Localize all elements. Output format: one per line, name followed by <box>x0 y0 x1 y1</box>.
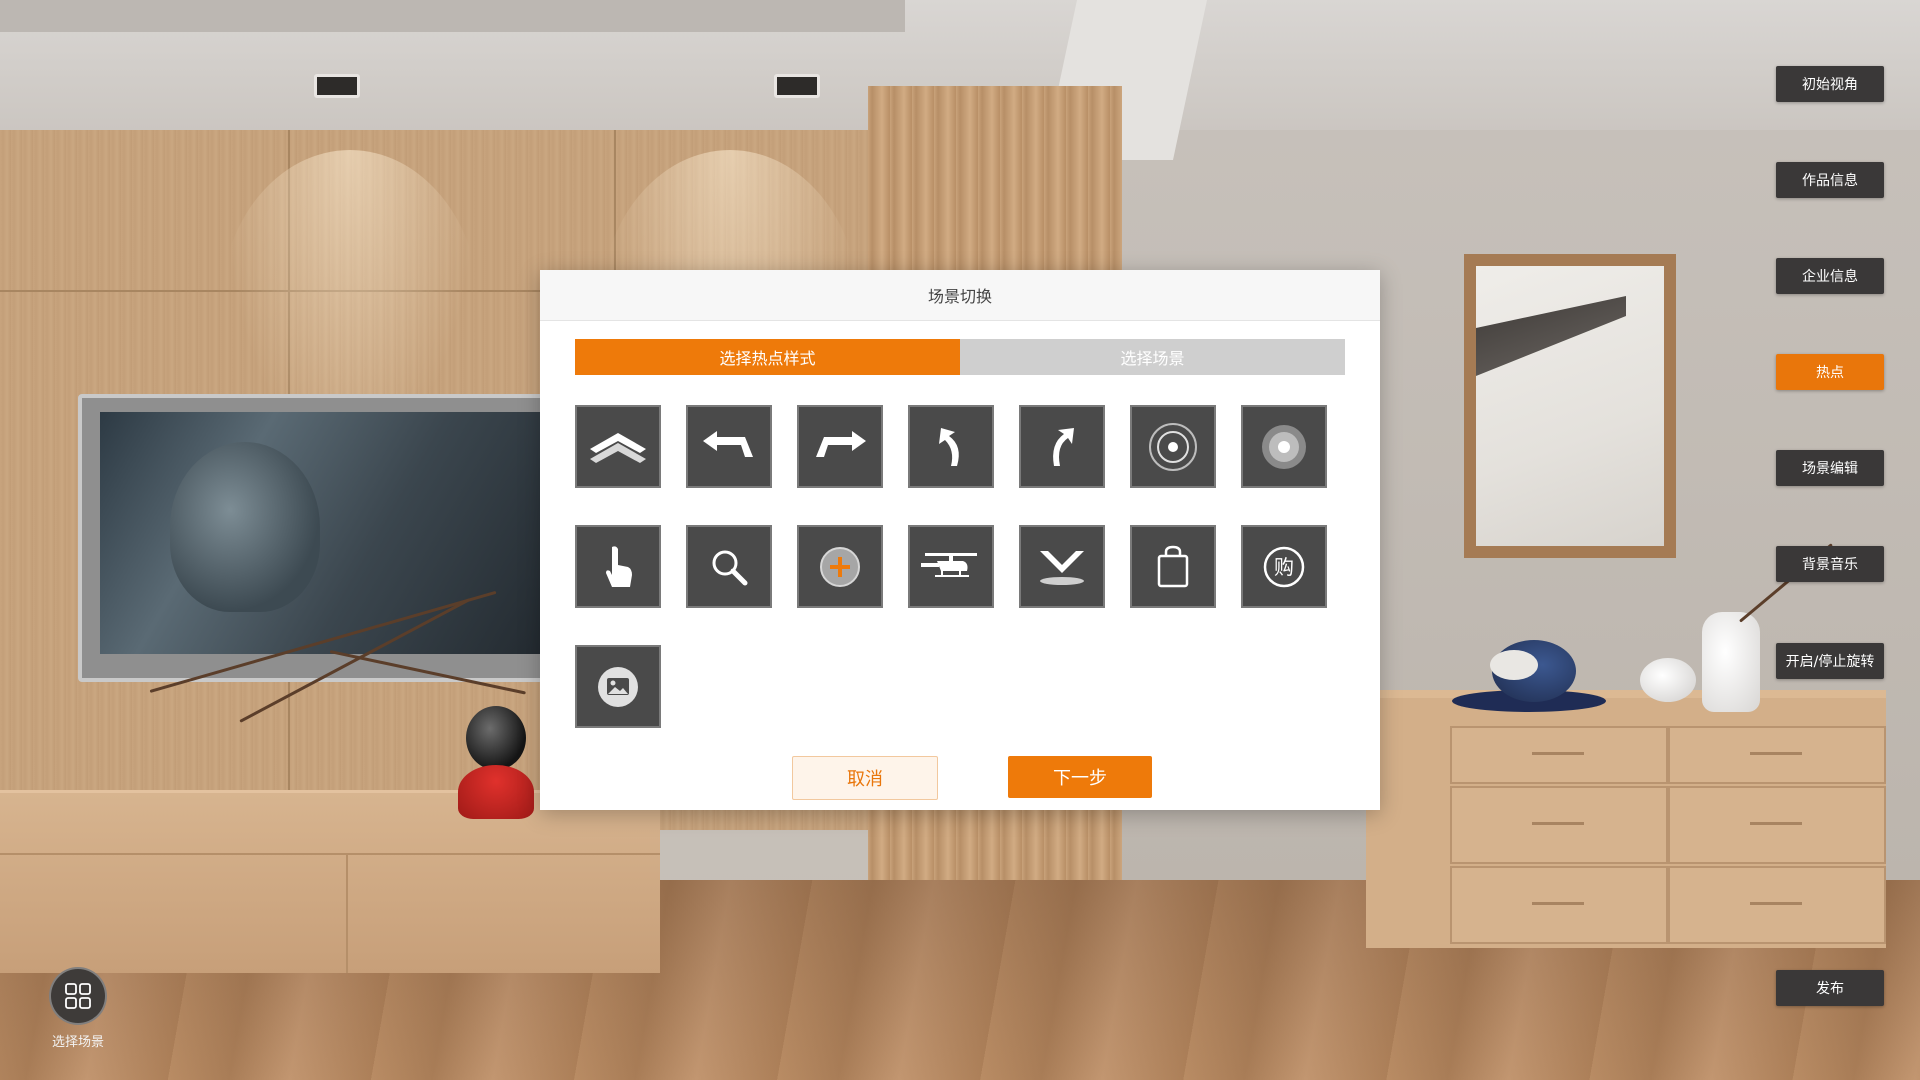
plus-circle-icon <box>820 546 860 587</box>
hotspot-style-option[interactable] <box>908 525 994 608</box>
hotspot-style-option[interactable] <box>797 525 883 608</box>
white-vase <box>1702 612 1760 712</box>
hotspot-style-option[interactable]: 购 <box>1241 525 1327 608</box>
hotspot-style-option[interactable] <box>686 525 772 608</box>
hotspot-style-option[interactable] <box>1019 525 1105 608</box>
doll-head <box>466 706 526 770</box>
cabinet-line <box>346 853 348 973</box>
target-ring-icon <box>1149 422 1197 471</box>
tv-screen <box>100 412 546 654</box>
hotspot-style-option[interactable] <box>908 405 994 488</box>
hotspot-style-option[interactable] <box>1130 525 1216 608</box>
select-scene-label: 选择场景 <box>51 1035 104 1050</box>
turn-left-arrow-icon <box>703 430 753 457</box>
dresser-drawer <box>1450 726 1668 784</box>
menu-hotspot-button[interactable]: 热点 <box>1776 354 1884 390</box>
white-bowl <box>1640 658 1696 702</box>
select-scene-button[interactable]: 选择场景 <box>48 967 108 1050</box>
double-chevron-up-icon <box>590 432 646 463</box>
purchase-badge-icon: 购 <box>1263 546 1305 587</box>
hotspot-style-option[interactable] <box>1241 405 1327 488</box>
hotspot-style-option[interactable] <box>575 525 661 608</box>
curve-up-left-arrow-icon <box>939 427 959 466</box>
dialog-title: 场景切换 <box>540 270 1380 321</box>
drawer-handle <box>1532 822 1584 825</box>
dresser-drawer <box>1450 866 1668 944</box>
turn-right-arrow-icon <box>816 430 866 457</box>
drawer-handle <box>1750 752 1802 755</box>
dresser-drawer <box>1668 726 1886 784</box>
dresser <box>1366 690 1886 948</box>
ceiling-downlight <box>774 74 820 98</box>
target-dot-icon <box>1262 424 1306 469</box>
tv-cabinet <box>0 790 660 973</box>
menu-scene-edit-button[interactable]: 场景编辑 <box>1776 450 1884 486</box>
dialog-tabs: 选择热点样式 选择场景 <box>575 339 1345 375</box>
dresser-drawer <box>1450 786 1668 864</box>
menu-toggle-rotation-button[interactable]: 开启/停止旋转 <box>1776 643 1884 679</box>
hotspot-style-option[interactable] <box>575 405 661 488</box>
hotspot-style-option[interactable] <box>797 405 883 488</box>
ceiling-downlight <box>314 74 360 98</box>
hotspot-style-option[interactable] <box>1130 405 1216 488</box>
publish-button[interactable]: 发布 <box>1776 970 1884 1006</box>
drawer-handle <box>1532 752 1584 755</box>
menu-background-music-button[interactable]: 背景音乐 <box>1776 546 1884 582</box>
drawer-handle <box>1750 902 1802 905</box>
next-step-button[interactable]: 下一步 <box>1008 756 1152 798</box>
dresser-drawer <box>1668 866 1886 944</box>
hotspot-style-option[interactable] <box>575 645 661 728</box>
hotspot-style-option[interactable] <box>1019 405 1105 488</box>
pointing-hand-icon <box>606 545 632 587</box>
tab-select-scene[interactable]: 选择场景 <box>960 339 1345 375</box>
magnifier-icon <box>712 550 748 585</box>
shopping-bag-icon <box>1157 545 1189 587</box>
helicopter-icon <box>921 552 977 577</box>
cancel-button[interactable]: 取消 <box>792 756 938 800</box>
drawer-handle <box>1532 902 1584 905</box>
bird-ornament-beak <box>1490 650 1538 680</box>
menu-company-info-button[interactable]: 企业信息 <box>1776 258 1884 294</box>
painting-roof <box>1476 296 1626 376</box>
grid-icon <box>49 967 107 1025</box>
television <box>78 394 556 682</box>
menu-initial-view-button[interactable]: 初始视角 <box>1776 66 1884 102</box>
dresser-drawer <box>1668 786 1886 864</box>
scene-switch-dialog: 场景切换 选择热点样式 选择场景 购 取消 下一步 <box>540 270 1380 810</box>
curve-up-right-arrow-icon <box>1053 427 1074 466</box>
svg-text:购: 购 <box>1274 555 1294 579</box>
doll-body <box>458 765 534 819</box>
cabinet-line <box>0 853 660 855</box>
wall-painting <box>1464 254 1676 558</box>
tv-screen-figure <box>170 442 320 612</box>
ceiling-recess <box>0 0 905 32</box>
tab-select-hotspot-style[interactable]: 选择热点样式 <box>575 339 960 375</box>
hotspot-style-option[interactable] <box>686 405 772 488</box>
menu-work-info-button[interactable]: 作品信息 <box>1776 162 1884 198</box>
painting-canvas <box>1476 266 1664 546</box>
image-icon <box>598 666 638 707</box>
chevron-down-icon <box>1040 550 1084 585</box>
drawer-handle <box>1750 822 1802 825</box>
